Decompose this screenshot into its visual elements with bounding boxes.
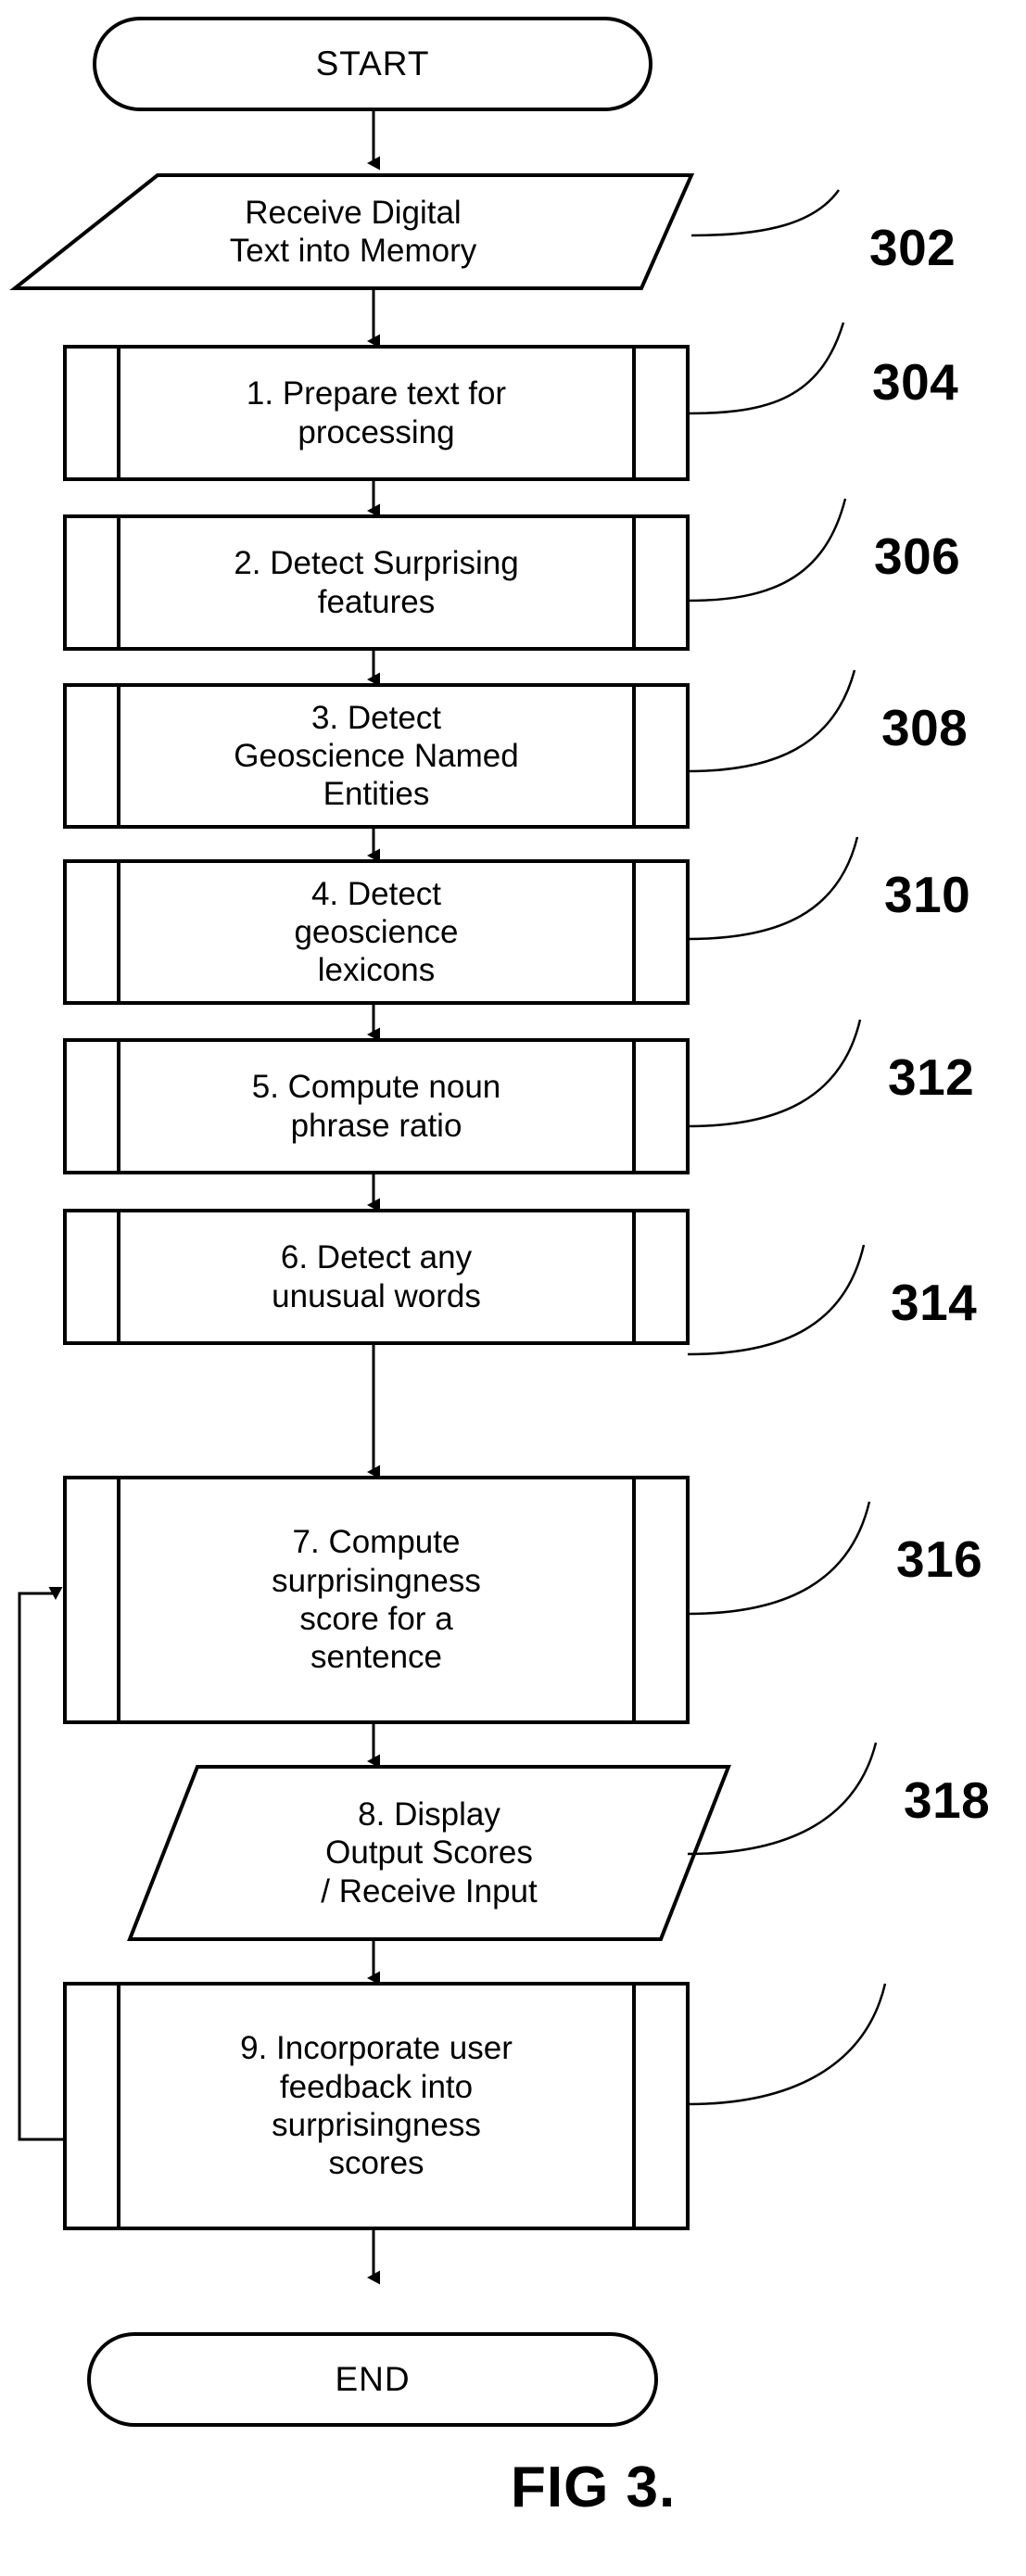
step-5-line-2: phrase ratio (290, 1107, 462, 1144)
step-8-line-2: Output Scores (325, 1834, 533, 1872)
step-8-line-3: / Receive Input (321, 1872, 538, 1910)
step-9-line-4: scores (328, 2145, 424, 2182)
step-4-label: 4. Detect geoscience lexicons (119, 861, 634, 1003)
figure-caption: FIG 3. (511, 2455, 677, 2519)
step-4-line-1: 4. Detect (310, 875, 442, 912)
step-9-line-1: 9. Incorporate user (240, 2030, 513, 2067)
leader-line-308 (687, 669, 856, 773)
step-5-label: 5. Compute noun phrase ratio (119, 1040, 634, 1173)
reference-number-312: 312 (888, 1048, 975, 1106)
step-3-label: 3. Detect Geoscience Named Entities (119, 685, 634, 827)
step-7-line-2: surprisingness (272, 1562, 481, 1599)
step-9-line-2: feedback into (279, 2068, 474, 2105)
step-5-line-1: 5. Compute noun (251, 1069, 501, 1106)
reference-number-314: 314 (891, 1274, 978, 1331)
start-label-line: START (315, 44, 430, 83)
step-9-line-3: surprisingness (272, 2107, 481, 2143)
receive-text-label: Receive Digital Text into Memory (75, 175, 631, 288)
step-7-line-4: sentence (310, 1639, 443, 1676)
step-3-line-1: 3. Detect (310, 699, 442, 736)
step-4-line-2: geoscience (294, 913, 459, 950)
step-9-label: 9. Incorporate user feedback into surpri… (119, 1984, 634, 2228)
step-2-line-1: 2. Detect Surprising (234, 545, 519, 582)
leader-line-306 (687, 498, 847, 603)
step-8-line-1: 8. Display (358, 1796, 500, 1834)
reference-number-304: 304 (872, 353, 959, 411)
reference-number-310: 310 (884, 866, 971, 923)
step-6-line-2: unusual words (272, 1277, 481, 1314)
step-2-line-2: features (317, 583, 436, 620)
step-1-line-1: 1. Prepare text for (246, 375, 507, 412)
step-7-label: 7. Compute surprisingness score for a se… (119, 1478, 634, 1722)
figure-container: START Receive Digital Text into Memory 1… (0, 0, 1026, 2576)
reference-number-318: 318 (904, 1771, 991, 1829)
step-7-line-3: score for a (299, 1601, 453, 1637)
step-8-label: 8. Display Output Scores / Receive Input (161, 1767, 697, 1939)
step-1-label: 1. Prepare text for processing (119, 347, 634, 479)
reference-number-308: 308 (881, 699, 969, 756)
step-2-label: 2. Detect Surprising features (119, 516, 634, 649)
step-1-line-2: processing (298, 413, 455, 450)
leader-line-318b (687, 1983, 887, 2106)
leader-line-304 (687, 322, 845, 415)
step-4-line-3: lexicons (317, 952, 436, 989)
end-terminator-label: END (89, 2334, 656, 2425)
start-terminator-label: START (95, 19, 651, 109)
end-label-line: END (335, 2360, 411, 2399)
reference-number-306: 306 (874, 527, 961, 585)
leader-line-310 (687, 836, 859, 941)
step-3-line-3: Entities (323, 776, 430, 813)
leader-line-314 (687, 1244, 866, 1356)
step-6-label: 6. Detect any unusual words (119, 1211, 634, 1343)
feedback-loop-connector (18, 1587, 65, 2141)
leader-line-302 (690, 189, 841, 237)
step-3-line-2: Geoscience Named (234, 737, 519, 774)
reference-number-316: 316 (896, 1530, 983, 1588)
receive-text-line-1: Receive Digital (245, 194, 462, 231)
reference-number-302: 302 (869, 219, 956, 276)
step-7-line-1: 7. Compute (292, 1524, 461, 1561)
step-6-line-1: 6. Detect any (280, 1239, 473, 1276)
receive-text-line-2: Text into Memory (229, 233, 477, 269)
leader-line-316 (687, 1501, 871, 1616)
leader-line-312 (687, 1019, 862, 1128)
